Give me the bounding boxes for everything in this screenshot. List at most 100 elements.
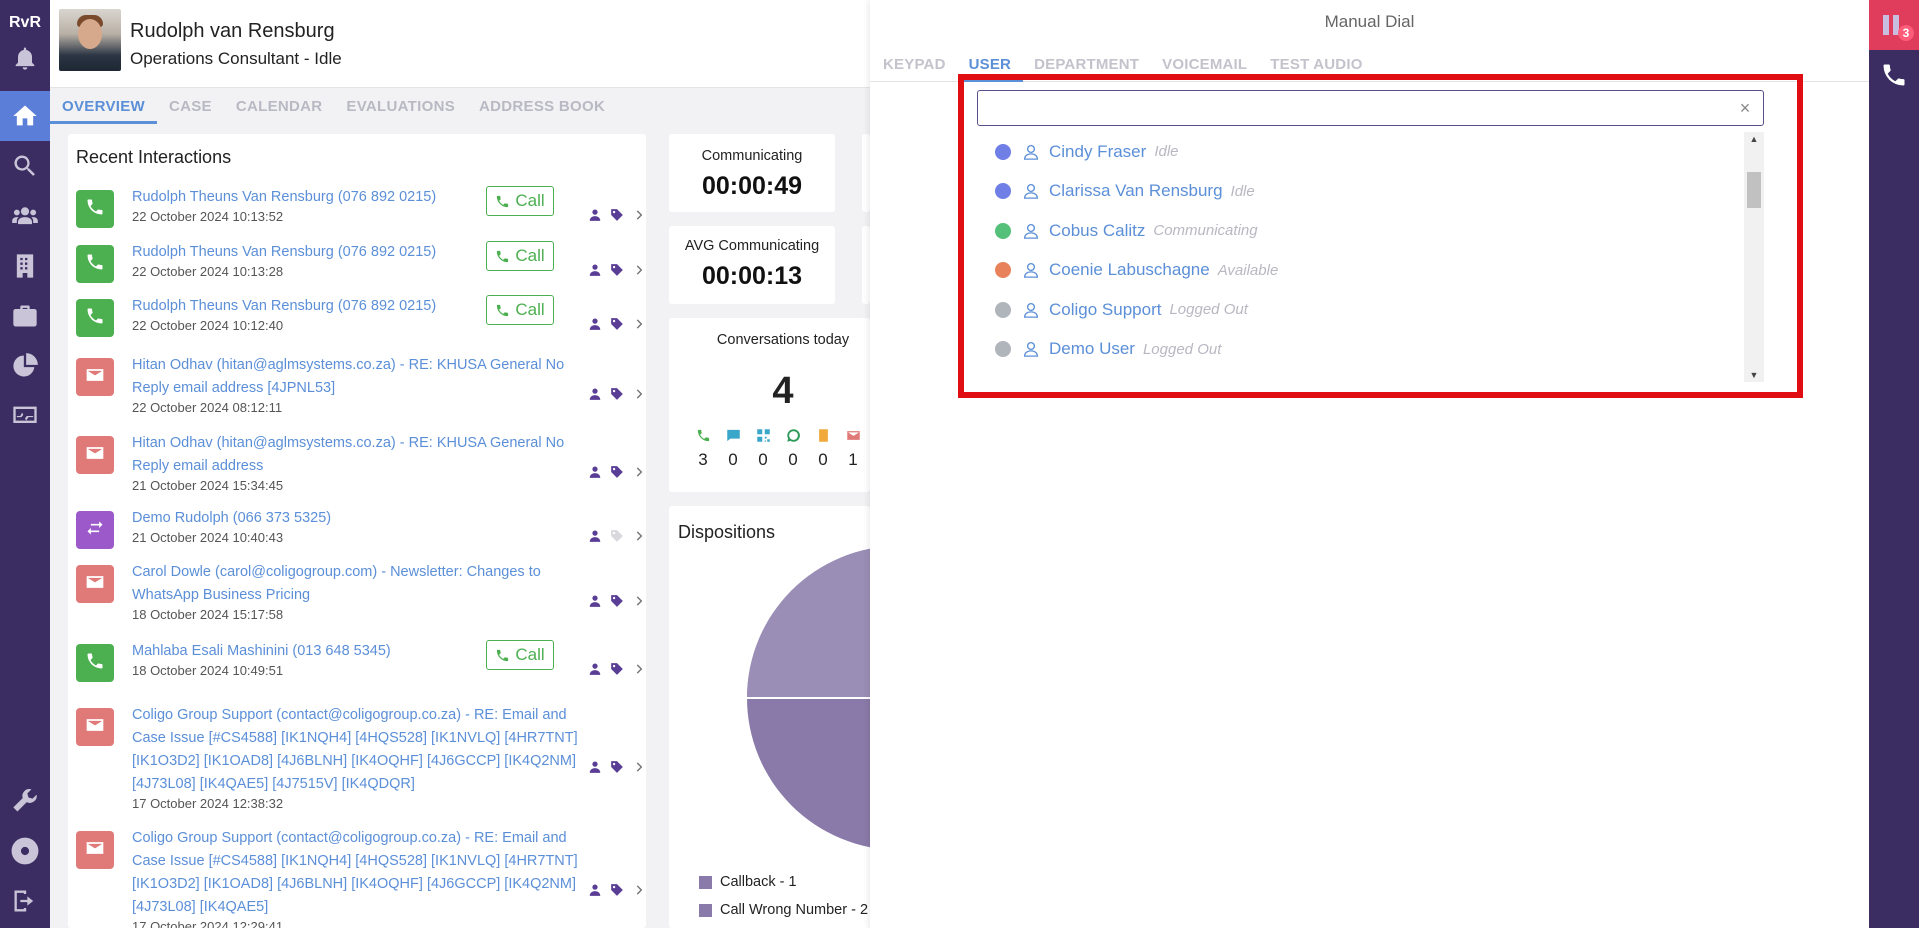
tag-icon[interactable] [610, 387, 624, 401]
channel-count-value: 3 [698, 450, 708, 469]
cases-button[interactable] [0, 291, 50, 341]
tag-icon[interactable] [610, 263, 624, 277]
logout-button[interactable] [0, 876, 50, 926]
person-icon [1022, 301, 1040, 319]
presence-dot [995, 301, 1011, 318]
scroll-down-icon[interactable]: ▼ [1744, 370, 1764, 380]
user-list-item[interactable]: Demo User Logged Out [977, 330, 1742, 369]
person-icon[interactable] [588, 529, 602, 543]
chevron-right-icon[interactable] [632, 760, 646, 774]
users-icon [12, 207, 38, 225]
chevron-right-icon[interactable] [632, 208, 646, 222]
user-list-item[interactable]: Cobus Calitz Communicating [977, 211, 1742, 250]
call-button[interactable]: Call [486, 241, 554, 271]
lifebuoy-icon [11, 837, 39, 865]
home-button[interactable] [0, 91, 50, 141]
settings-button[interactable] [0, 776, 50, 826]
queue-status-button[interactable]: 3 [1869, 0, 1919, 50]
interaction-type-icon [76, 708, 114, 746]
person-icon[interactable] [588, 594, 602, 608]
communicating-card: Communicating 00:00:49 [669, 134, 835, 212]
scroll-up-icon[interactable]: ▲ [1744, 134, 1764, 144]
user-search-field[interactable]: × [977, 90, 1764, 126]
search-button[interactable] [0, 141, 50, 191]
chevron-right-icon[interactable] [632, 883, 646, 897]
monitor-button[interactable] [0, 391, 50, 441]
channel-count-phone: 3 [693, 428, 713, 470]
interaction-title[interactable]: Coligo Group Support (contact@coligogrou… [132, 827, 582, 919]
tab-case[interactable]: CASE [157, 88, 224, 124]
user-role-status: Operations Consultant - Idle [130, 49, 342, 68]
interaction-title[interactable]: Hitan Odhav (hitan@aglmsystems.co.za) - … [132, 432, 582, 478]
tag-icon[interactable] [610, 594, 624, 608]
person-icon[interactable] [588, 662, 602, 676]
phone-button[interactable] [1869, 50, 1919, 100]
chevron-right-icon[interactable] [632, 529, 646, 543]
call-button[interactable]: Call [486, 295, 554, 325]
chevron-right-icon[interactable] [632, 662, 646, 676]
tag-icon[interactable] [610, 883, 624, 897]
interaction-type-icon [76, 245, 114, 283]
person-icon[interactable] [588, 263, 602, 277]
tab-evaluations[interactable]: EVALUATIONS [334, 88, 467, 124]
scroll-thumb[interactable] [1747, 172, 1761, 208]
call-button[interactable]: Call [486, 640, 554, 670]
organization-button[interactable] [0, 241, 50, 291]
chevron-right-icon[interactable] [632, 594, 646, 608]
user-dropdown-list: Cindy Fraser Idle Clarissa Van Rensburg Idl… [977, 132, 1764, 382]
interaction-title[interactable]: Carol Dowle (carol@coligogroup.com) - Ne… [132, 561, 582, 607]
phone-icon [85, 651, 105, 676]
person-icon[interactable] [588, 387, 602, 401]
interaction-title[interactable]: Coligo Group Support (contact@coligogrou… [132, 704, 582, 796]
channel-count-chat: 0 [723, 428, 743, 470]
envelope-icon [85, 365, 105, 390]
user-list-item[interactable]: Cindy Fraser Idle [977, 132, 1742, 171]
interaction-title[interactable]: Hitan Odhav (hitan@aglmsystems.co.za) - … [132, 354, 582, 400]
tag-icon[interactable] [610, 465, 624, 479]
call-button[interactable]: Call [486, 186, 554, 216]
user-status: Logged Out [1142, 340, 1222, 358]
tab-calendar[interactable]: CALENDAR [224, 88, 335, 124]
person-icon[interactable] [588, 465, 602, 479]
person-icon[interactable] [588, 317, 602, 331]
chevron-right-icon[interactable] [632, 387, 646, 401]
notifications-button[interactable] [0, 33, 50, 83]
conversations-today-title: Conversations today [716, 332, 850, 348]
logout-icon [14, 890, 34, 912]
tab-keypad[interactable]: KEYPAD [872, 53, 958, 82]
person-icon[interactable] [588, 883, 602, 897]
channel-count-value: 0 [728, 450, 738, 469]
chevron-right-icon[interactable] [632, 317, 646, 331]
user-list-item[interactable]: Coenie Labuschagne Available [977, 251, 1742, 290]
help-button[interactable] [0, 826, 50, 876]
user-search-input[interactable] [986, 97, 1726, 119]
person-icon[interactable] [588, 208, 602, 222]
user-list-item[interactable]: Clarissa Van Rensburg Idle [977, 172, 1742, 211]
manual-dial-title: Manual Dial [1324, 12, 1415, 31]
contacts-button[interactable] [0, 191, 50, 241]
sms-icon [818, 429, 828, 442]
person-icon[interactable] [588, 760, 602, 774]
tag-icon[interactable] [610, 662, 624, 676]
user-name: Coenie Labuschagne [1049, 260, 1210, 279]
chevron-right-icon[interactable] [632, 263, 646, 277]
tag-icon[interactable] [610, 760, 624, 774]
interaction-title[interactable]: Demo Rudolph (066 373 5325) [132, 507, 582, 530]
tab-address-book[interactable]: ADDRESS BOOK [467, 88, 617, 124]
tag-icon[interactable] [610, 529, 624, 543]
envelope-icon [85, 443, 105, 468]
interaction-actions [588, 317, 646, 331]
tag-icon[interactable] [610, 208, 624, 222]
clear-icon[interactable]: × [1735, 98, 1755, 118]
reports-button[interactable] [0, 341, 50, 391]
dropdown-scrollbar[interactable]: ▲ ▼ [1744, 132, 1764, 382]
interaction-date: 22 October 2024 08:12:11 [132, 400, 283, 415]
tab-overview[interactable]: OVERVIEW [50, 88, 157, 124]
chevron-right-icon[interactable] [632, 465, 646, 479]
monitor-icon [13, 406, 37, 423]
tag-icon[interactable] [610, 317, 624, 331]
transfer-icon [85, 518, 105, 543]
user-status: Idle [1154, 143, 1179, 160]
interaction-date: 18 October 2024 10:49:51 [132, 663, 284, 678]
user-list-item[interactable]: Coligo Support Logged Out [977, 290, 1742, 329]
